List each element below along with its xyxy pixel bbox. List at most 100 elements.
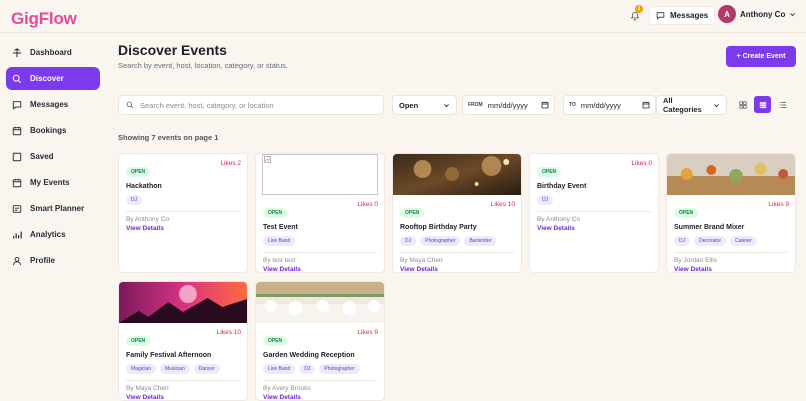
card-view-button[interactable] <box>754 96 771 113</box>
divider <box>674 252 788 253</box>
event-card[interactable]: OPEN Likes 9 Summer Brand Mixer DJ Decor… <box>666 153 796 273</box>
messages-button[interactable]: Messages <box>649 6 716 25</box>
status-badge: OPEN <box>400 208 425 218</box>
page-subtitle: Search by event, host, location, categor… <box>118 61 288 70</box>
sidebar-item-analytics[interactable]: Analytics <box>6 223 100 246</box>
view-details-link[interactable]: View Details <box>263 266 377 272</box>
view-details-link[interactable]: View Details <box>126 225 240 232</box>
divider <box>126 380 240 381</box>
tag: DJ <box>537 195 554 205</box>
likes-count: Likes 10 <box>216 329 241 336</box>
likes-count: Likes 0 <box>357 201 378 208</box>
sidebar: Dashboard Discover Messages Bookings Sav… <box>0 41 106 275</box>
grid-view-button[interactable] <box>734 96 751 113</box>
tag: DJ <box>126 195 143 205</box>
search-input[interactable]: Search event, host, category, or locatio… <box>118 95 384 115</box>
host-name: By Maya Chen <box>126 385 169 392</box>
tag: Magician <box>126 364 157 374</box>
sidebar-item-saved[interactable]: Saved <box>6 145 100 168</box>
event-image-broken <box>262 154 378 195</box>
divider <box>126 211 240 212</box>
broken-image-icon <box>264 156 271 163</box>
event-title: Garden Wedding Reception <box>263 352 355 359</box>
event-image-party <box>393 154 521 195</box>
create-event-button[interactable]: + Create Event <box>726 46 796 67</box>
tag: DJ <box>299 364 316 374</box>
view-details-link[interactable]: View Details <box>674 266 788 272</box>
view-details-link[interactable]: View Details <box>400 266 514 272</box>
list-view-button[interactable] <box>774 96 791 113</box>
search-placeholder: Search event, host, category, or locatio… <box>140 100 274 110</box>
likes-count: Likes 0 <box>631 160 652 167</box>
view-details-link[interactable]: View Details <box>537 225 651 232</box>
calendar-icon[interactable] <box>642 101 650 109</box>
sidebar-item-label: Smart Planner <box>30 204 85 213</box>
sidebar-item-label: Bookings <box>30 126 67 135</box>
tag-list: Live Band <box>263 236 377 246</box>
page-title: Discover Events <box>118 42 227 58</box>
view-details-link[interactable]: View Details <box>126 394 240 400</box>
tag: Live Band <box>263 364 296 374</box>
status-badge: OPEN <box>674 208 699 218</box>
dashboard-icon <box>12 47 22 57</box>
tag: Live Band <box>263 236 296 246</box>
tag: Musician <box>160 364 190 374</box>
from-date-field[interactable]: FROM mm/dd/yyyy <box>462 95 555 115</box>
bookmark-icon <box>12 152 22 161</box>
view-toggle <box>734 96 791 113</box>
event-card[interactable]: OPEN Likes 10 Family Festival Afternoon … <box>118 281 248 401</box>
category-select-value: All Categories <box>663 96 702 114</box>
notification-count-badge: 1 <box>635 5 643 13</box>
sidebar-item-messages[interactable]: Messages <box>6 93 100 116</box>
likes-count: Likes 10 <box>490 201 515 208</box>
event-card[interactable]: OPEN Likes 9 Garden Wedding Reception Li… <box>255 281 385 401</box>
event-title: Hackathon <box>126 183 162 190</box>
sidebar-item-label: My Events <box>30 178 70 187</box>
status-select[interactable]: Open <box>392 95 457 115</box>
view-details-link[interactable]: View Details <box>263 394 377 400</box>
card-list-icon <box>759 101 766 108</box>
event-title: Rooftop Birthday Party <box>400 224 477 231</box>
messages-label: Messages <box>670 11 709 20</box>
search-icon <box>126 101 134 109</box>
sidebar-item-label: Saved <box>30 152 54 161</box>
grid-icon <box>738 100 747 109</box>
event-card[interactable]: OPEN Likes 0 Birthday Event DJ By Anthon… <box>529 153 659 273</box>
sidebar-item-discover[interactable]: Discover <box>6 67 100 90</box>
tag: DJ <box>400 236 417 246</box>
status-select-value: Open <box>399 100 419 110</box>
status-badge: OPEN <box>263 208 288 218</box>
calendar-icon[interactable] <box>541 101 549 109</box>
tag-list: DJ <box>537 195 651 205</box>
sidebar-item-smart-planner[interactable]: Smart Planner <box>6 197 100 220</box>
event-card[interactable]: OPEN Likes 10 Rooftop Birthday Party DJ … <box>392 153 522 273</box>
to-date-field[interactable]: TO mm/dd/yyyy <box>563 95 656 115</box>
status-badge: OPEN <box>263 336 288 346</box>
sidebar-item-my-events[interactable]: My Events <box>6 171 100 194</box>
sidebar-item-label: Analytics <box>30 230 66 239</box>
results-summary: Showing 7 events on page 1 <box>118 133 219 142</box>
event-title: Summer Brand Mixer <box>674 224 745 231</box>
event-card[interactable]: OPEN Likes 0 Test Event Live Band By tes… <box>255 153 385 273</box>
search-icon <box>12 74 22 83</box>
sidebar-item-bookings[interactable]: Bookings <box>6 119 100 142</box>
sidebar-item-profile[interactable]: Profile <box>6 249 100 272</box>
event-image-mixer <box>667 154 795 195</box>
sidebar-item-label: Discover <box>30 74 64 83</box>
sidebar-item-dashboard[interactable]: Dashboard <box>6 41 100 64</box>
tag: Bartender <box>464 236 497 246</box>
status-badge: OPEN <box>126 167 151 177</box>
host-name: By Avery Brooks <box>263 385 311 392</box>
event-card[interactable]: OPEN Likes 2 Hackathon DJ By Anthony Co … <box>118 153 248 273</box>
from-date-value: mm/dd/yyyy <box>487 100 528 110</box>
category-select[interactable]: All Categories <box>656 95 727 115</box>
divider <box>537 211 651 212</box>
app-logo[interactable]: GigFlow <box>11 9 77 29</box>
divider <box>263 380 377 381</box>
user-menu[interactable]: A Anthony Co <box>718 5 796 23</box>
sidebar-item-label: Profile <box>30 256 55 265</box>
chevron-down-icon <box>444 103 449 107</box>
divider <box>400 252 514 253</box>
sidebar-item-label: Messages <box>30 100 69 109</box>
tag: Photographer <box>319 364 360 374</box>
